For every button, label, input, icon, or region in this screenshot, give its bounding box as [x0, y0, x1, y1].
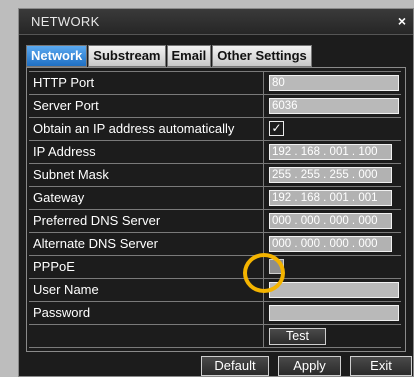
server-port-input[interactable]: 6036 — [269, 98, 399, 114]
preferred-dns-input[interactable]: 000 . 000 . 000 . 000 — [269, 213, 392, 229]
test-button[interactable]: Test — [269, 328, 326, 345]
tab-bar: Network Substream Email Other Settings — [26, 45, 313, 67]
gateway-input[interactable]: 192 . 168 . 001 . 001 — [269, 190, 392, 206]
gateway-row: Gateway 192 . 168 . 001 . 001 — [29, 186, 401, 209]
user-name-label: User Name — [29, 279, 264, 301]
alternate-dns-label: Alternate DNS Server — [29, 233, 264, 255]
exit-button[interactable]: Exit — [350, 356, 412, 376]
obtain-ip-label: Obtain an IP address automatically — [29, 118, 264, 140]
tab-email[interactable]: Email — [166, 45, 212, 67]
pppoe-label: PPPoE — [29, 256, 264, 278]
http-port-label: HTTP Port — [29, 72, 264, 94]
default-button[interactable]: Default — [201, 356, 269, 376]
ip-address-label: IP Address — [29, 141, 264, 163]
obtain-ip-checkbox[interactable]: ✓ — [269, 121, 284, 136]
password-label: Password — [29, 302, 264, 324]
dialog-title: NETWORK — [31, 14, 100, 29]
subnet-mask-row: Subnet Mask 255 . 255 . 255 . 000 — [29, 163, 401, 186]
tab-network[interactable]: Network — [26, 45, 88, 67]
test-row-label — [29, 325, 264, 347]
pppoe-row: PPPoE — [29, 255, 401, 278]
apply-button[interactable]: Apply — [278, 356, 341, 376]
subnet-mask-input[interactable]: 255 . 255 . 255 . 000 — [269, 167, 392, 183]
http-port-input[interactable]: 80 — [269, 75, 399, 91]
server-port-label: Server Port — [29, 95, 264, 117]
ip-address-row: IP Address 192 . 168 . 001 . 100 — [29, 140, 401, 163]
highlight-circle — [243, 253, 285, 293]
http-port-row: HTTP Port 80 — [29, 71, 401, 94]
ip-address-input[interactable]: 192 . 168 . 001 . 100 — [269, 144, 392, 160]
server-port-row: Server Port 6036 — [29, 94, 401, 117]
title-bar[interactable]: NETWORK × — [19, 9, 413, 35]
user-name-input[interactable] — [269, 282, 399, 298]
tab-other-settings[interactable]: Other Settings — [212, 45, 312, 67]
password-row: Password — [29, 301, 401, 324]
obtain-ip-row: Obtain an IP address automatically ✓ — [29, 117, 401, 140]
preferred-dns-label: Preferred DNS Server — [29, 210, 264, 232]
gateway-label: Gateway — [29, 187, 264, 209]
alternate-dns-row: Alternate DNS Server 000 . 000 . 000 . 0… — [29, 232, 401, 255]
password-input[interactable] — [269, 305, 399, 321]
preferred-dns-row: Preferred DNS Server 000 . 000 . 000 . 0… — [29, 209, 401, 232]
check-icon: ✓ — [271, 121, 282, 135]
close-icon[interactable]: × — [394, 14, 410, 29]
test-row: Test — [29, 324, 401, 348]
user-name-row: User Name — [29, 278, 401, 301]
alternate-dns-input[interactable]: 000 . 000 . 000 . 000 — [269, 236, 392, 252]
tab-substream[interactable]: Substream — [88, 45, 166, 67]
subnet-mask-label: Subnet Mask — [29, 164, 264, 186]
